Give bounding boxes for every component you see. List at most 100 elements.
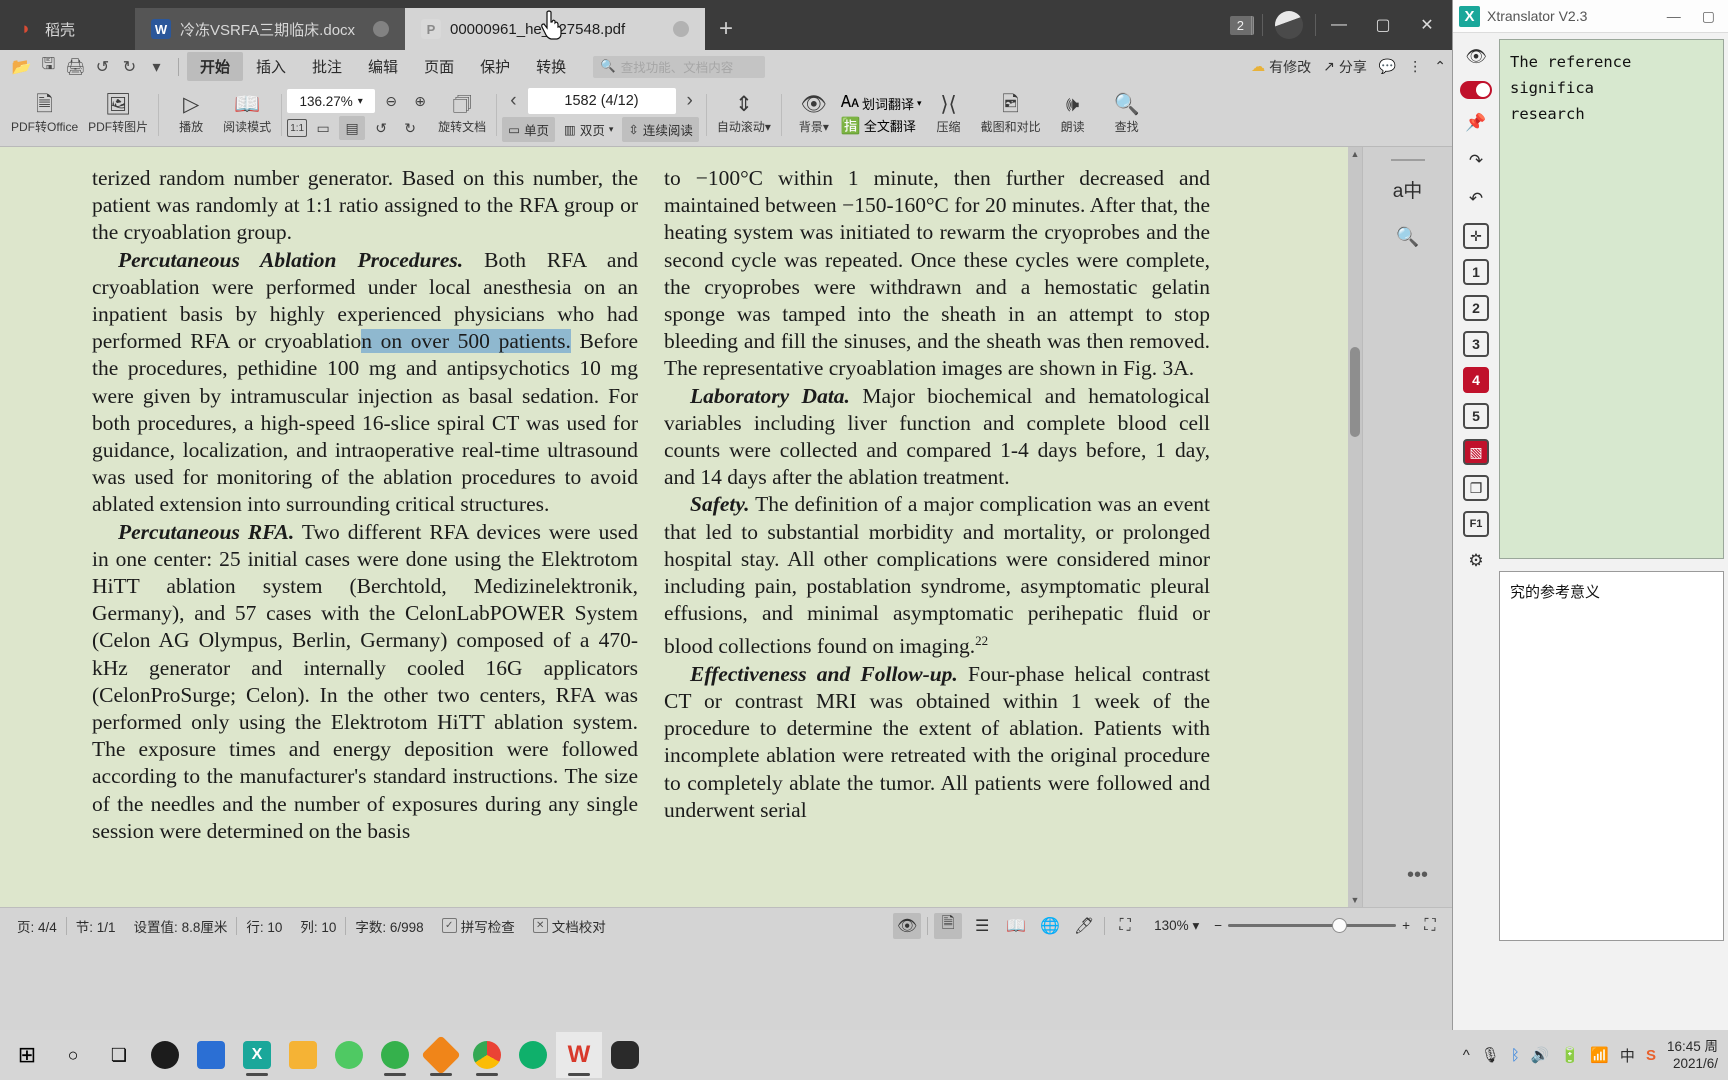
more-options-icon[interactable]: ⋮: [1408, 58, 1422, 75]
taskbar-app-wps[interactable]: W: [556, 1032, 602, 1078]
taskbar-app-360[interactable]: [510, 1032, 556, 1078]
search-icon[interactable]: ○: [50, 1032, 96, 1078]
spellcheck-toggle[interactable]: ✓ 拼写检查: [433, 916, 524, 936]
status-zoom-value[interactable]: 130% ▾: [1145, 918, 1208, 934]
single-page-button[interactable]: ▭ 单页: [502, 116, 556, 142]
translation-input[interactable]: 究的参考意义: [1499, 571, 1724, 941]
tab-docer-home[interactable]: ◗ 稻壳: [0, 8, 135, 50]
tab-close-icon[interactable]: [373, 21, 389, 37]
translate-icon[interactable]: a中: [1386, 169, 1430, 209]
xtranslator-maximize-button[interactable]: ▢: [1695, 8, 1722, 25]
taskbar-app-recorder[interactable]: [602, 1032, 648, 1078]
web-layout-icon[interactable]: 🌐: [1036, 913, 1064, 939]
undo-icon[interactable]: ↺: [89, 54, 116, 80]
preset-1-button[interactable]: 1: [1463, 259, 1489, 285]
zoom-in-button[interactable]: +: [1402, 918, 1410, 933]
preset-2-button[interactable]: 2: [1463, 295, 1489, 321]
preset-5-button[interactable]: 5: [1463, 403, 1489, 429]
pdf-to-image-button[interactable]: 🖼 PDF转图片: [83, 85, 153, 145]
power-toggle[interactable]: [1460, 81, 1492, 99]
proofread-toggle[interactable]: ✕ 文档校对: [524, 916, 615, 936]
continuous-read-button[interactable]: ⇳ 连续阅读: [622, 116, 699, 142]
preset-3-button[interactable]: 3: [1463, 331, 1489, 357]
word-translate-row[interactable]: 🗛 划词翻译 ▾: [841, 94, 922, 113]
open-icon[interactable]: 📂: [8, 54, 35, 80]
background-button[interactable]: 👁 背景▾: [787, 85, 841, 145]
scroll-thumb[interactable]: [1350, 347, 1360, 437]
comment-icon[interactable]: 💬: [1379, 58, 1396, 75]
fit-page-button[interactable]: ▭: [310, 116, 336, 140]
menu-item-convert[interactable]: 转换: [523, 52, 579, 81]
sogou-tray-icon[interactable]: S: [1646, 1047, 1656, 1064]
compress-button[interactable]: ⟩⟨ 压缩: [922, 85, 976, 145]
eye-protect-icon[interactable]: 👁: [893, 912, 922, 939]
preset-4-button[interactable]: 4: [1463, 367, 1489, 393]
more-options-icon[interactable]: •••: [1407, 864, 1428, 887]
page-view-icon[interactable]: 🗎: [934, 912, 963, 939]
pdf-to-office-button[interactable]: 🗎 PDF转Office: [6, 85, 83, 145]
vertical-scrollbar[interactable]: ▲ ▼: [1348, 147, 1362, 907]
plus-icon[interactable]: ✛: [1463, 223, 1489, 249]
double-page-button[interactable]: ▥ 双页 ▾: [558, 117, 619, 142]
tab-word-document[interactable]: W 冷冻VSRFA三期临床.docx: [135, 8, 405, 50]
taskbar-app-chrome[interactable]: [464, 1032, 510, 1078]
slider-track[interactable]: [1228, 918, 1397, 933]
xtranslator-minimize-button[interactable]: —: [1660, 8, 1688, 24]
quick-access-more-icon[interactable]: ▾: [143, 54, 170, 80]
undo-icon[interactable]: ↶: [1461, 185, 1491, 213]
menu-item-page[interactable]: 页面: [411, 52, 467, 81]
next-page-button[interactable]: ›: [679, 90, 701, 112]
avatar[interactable]: [1275, 11, 1303, 39]
read-aloud-button[interactable]: 🕪 朗读: [1046, 85, 1100, 145]
zoom-in-button[interactable]: ⊕: [407, 89, 433, 113]
new-tab-button[interactable]: +: [705, 8, 747, 50]
rotate-document-button[interactable]: 🗇 旋转文档: [433, 85, 491, 145]
prev-page-button[interactable]: ‹: [502, 90, 524, 112]
find-text-icon[interactable]: 🔍: [1386, 217, 1430, 257]
find-button[interactable]: 🔍 查找: [1100, 85, 1154, 145]
tab-pdf-document[interactable]: P 00000961_he__27548.pdf: [405, 8, 705, 50]
menu-item-protect[interactable]: 保护: [467, 52, 523, 81]
save-icon[interactable]: 🖫: [35, 54, 62, 80]
volume-icon[interactable]: 🔊: [1531, 1046, 1550, 1064]
redo-icon[interactable]: ↷: [1461, 147, 1491, 175]
clock[interactable]: 16:45 周 2021/6/: [1667, 1038, 1718, 1072]
help-icon[interactable]: F1: [1463, 511, 1489, 537]
print-icon[interactable]: 🖨: [62, 54, 89, 80]
wifi-icon[interactable]: 📶: [1590, 1046, 1609, 1064]
start-button[interactable]: ⊞: [4, 1032, 50, 1078]
select-area-icon[interactable]: ▧: [1463, 439, 1489, 465]
rotate-ccw-button[interactable]: ↺: [368, 116, 394, 140]
settings-gear-icon[interactable]: ⚙: [1461, 547, 1491, 575]
minimize-button[interactable]: —: [1318, 1, 1360, 49]
eye-off-icon[interactable]: 👁: [1461, 43, 1491, 71]
auto-scroll-button[interactable]: ⇕ 自动滚动▾: [712, 85, 776, 145]
screenshot-compare-button[interactable]: 🖻 截图和对比: [976, 85, 1046, 145]
redo-icon[interactable]: ↻: [116, 54, 143, 80]
play-button[interactable]: ▷ 播放: [164, 85, 218, 145]
scroll-down-icon[interactable]: ▼: [1348, 893, 1362, 907]
zoom-level-select[interactable]: 136.27% ▾: [287, 89, 376, 113]
taskbar-app-xtranslator[interactable]: X: [234, 1032, 280, 1078]
copy-icon[interactable]: ❐: [1463, 475, 1489, 501]
fullscreen-icon[interactable]: ⛶: [1416, 913, 1444, 939]
pin-icon[interactable]: 📌: [1461, 109, 1491, 137]
rotate-cw-button[interactable]: ↻: [397, 116, 423, 140]
menu-item-comment[interactable]: 批注: [299, 52, 355, 81]
fit-view-icon[interactable]: ⛶: [1111, 913, 1139, 939]
task-view-icon[interactable]: ❏: [96, 1032, 142, 1078]
open-docs-badge[interactable]: 2: [1229, 15, 1254, 35]
taskbar-app-wechat[interactable]: [326, 1032, 372, 1078]
menu-item-insert[interactable]: 插入: [243, 52, 299, 81]
page-number-input[interactable]: 1582 (4/12): [527, 87, 676, 114]
markup-view-icon[interactable]: 🖊: [1070, 913, 1098, 939]
search-input[interactable]: 🔍 查找功能、文档内容: [593, 55, 766, 78]
ime-icon[interactable]: 中: [1620, 1045, 1635, 1066]
taskbar-app-sogou[interactable]: [418, 1032, 464, 1078]
mic-icon[interactable]: 🎙: [1481, 1046, 1500, 1064]
tab-close-icon[interactable]: [673, 21, 689, 37]
battery-icon[interactable]: 🔋: [1561, 1046, 1580, 1064]
fit-width-button[interactable]: ▤: [339, 116, 366, 140]
maximize-button[interactable]: ▢: [1362, 1, 1404, 49]
taskbar-app-scanner[interactable]: [188, 1032, 234, 1078]
